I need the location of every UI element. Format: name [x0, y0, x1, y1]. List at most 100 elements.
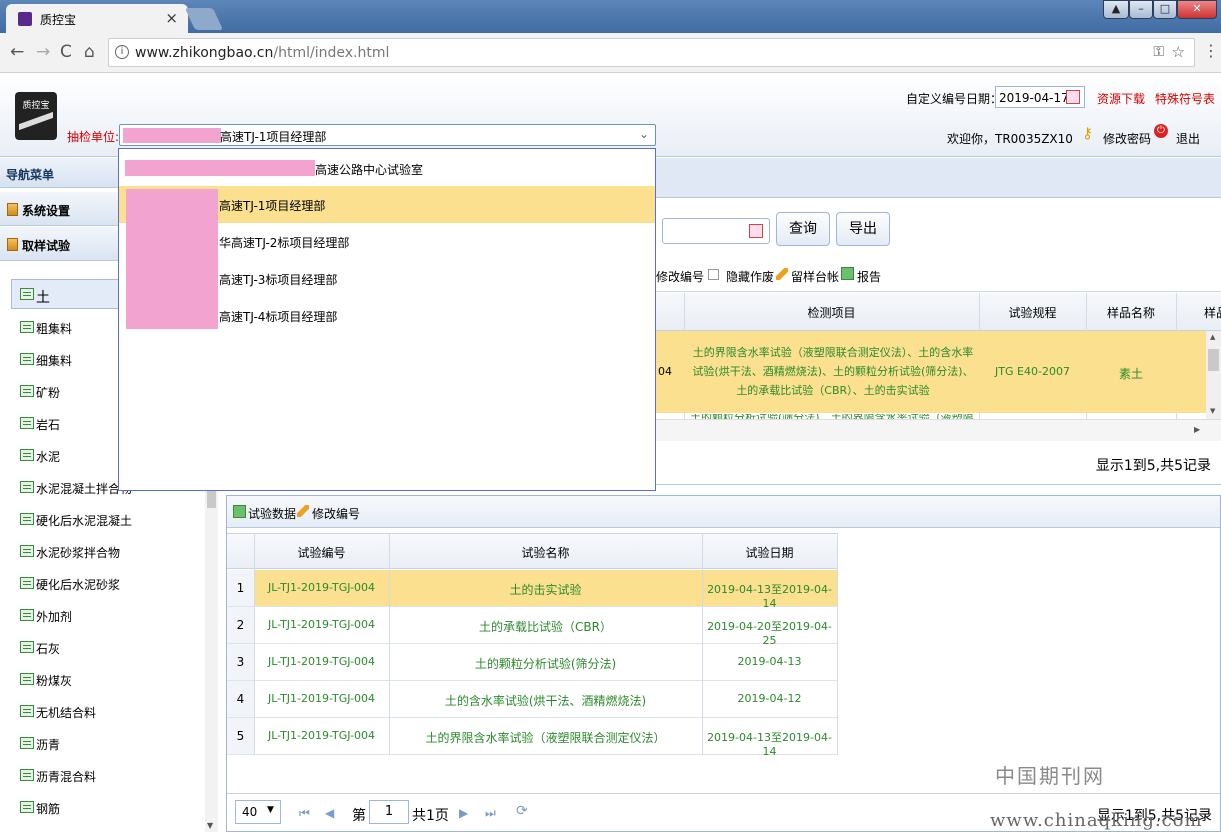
change-password-link[interactable]: 修改密码 [1103, 130, 1151, 147]
scrollbar-thumb[interactable] [1208, 349, 1219, 371]
reload-icon[interactable]: C [60, 42, 72, 62]
unit-select[interactable]: 高速TJ-1项目经理部 ⌄ [119, 124, 656, 146]
row-number: 4 [227, 681, 254, 717]
column-header[interactable]: 检测项目 [684, 304, 979, 321]
special-symbols-link[interactable]: 特殊符号表 [1155, 90, 1215, 107]
table-row[interactable]: 3 JL-TJ1-2019-TGJ-004 土的颗粒分析试验(筛分法) 2019… [227, 644, 837, 681]
scroll-down-icon[interactable]: ▼ [207, 821, 213, 830]
table-icon [20, 609, 34, 621]
modify-number-button[interactable]: 修改编号 [656, 268, 704, 285]
option-label: 高速TJ-1项目经理部 [219, 199, 326, 213]
column-header[interactable]: 试验规程 [979, 304, 1086, 321]
scrollbar-thumb[interactable] [207, 490, 216, 508]
window-close-icon[interactable]: ✕ [1177, 0, 1217, 19]
first-page-icon[interactable]: ⏮ [299, 806, 310, 821]
back-icon[interactable]: ← [10, 42, 24, 62]
test-date: 2019-04-12 [737, 692, 802, 705]
test-code: JL-TJ1-2019-TGJ-004 [267, 581, 376, 594]
unit-dropdown-list: 高速公路中心试验室 高速TJ-1项目经理部 华高速TJ-2标项目经理部 高速TJ… [118, 148, 656, 491]
column-header[interactable]: 样品 [1196, 304, 1221, 321]
grid1-pager: 显示1到5,共5记录 [656, 441, 1221, 485]
bookmark-star-icon[interactable]: ☆ [1172, 43, 1185, 61]
prev-page-icon[interactable]: ◀ [325, 806, 334, 820]
test-name: 土的承载比试验（CBR） [479, 620, 612, 634]
modify-number-button[interactable]: 修改编号 [312, 505, 360, 522]
row-number: 2 [227, 607, 254, 643]
table-row[interactable]: 5 JL-TJ1-2019-TGJ-004 土的界限含水率试验（液塑限联合测定仪… [227, 718, 837, 758]
sample-ledger-button[interactable]: 留样台帐 [791, 268, 839, 285]
home-icon[interactable]: ⌂ [84, 42, 95, 62]
table-row[interactable]: 2 JL-TJ1-2019-TGJ-004 土的承载比试验（CBR） 2019-… [227, 607, 837, 647]
column-header[interactable]: 试验日期 [702, 544, 837, 561]
grid1-scrollbar[interactable]: ▲ ▼ [1206, 331, 1221, 419]
test-name: 土的击实试验 [509, 583, 582, 597]
tab-close-icon[interactable]: × [165, 9, 178, 27]
logout-link[interactable]: 退出 [1176, 130, 1200, 147]
search-date-field[interactable] [662, 218, 770, 244]
minimize-icon[interactable]: – [1129, 0, 1153, 19]
page-size-select[interactable]: 40 ▼ [235, 800, 281, 824]
test-date: 2019-04-13至2019-04-14 [707, 583, 832, 610]
panel2-toolbar: 试验数据 修改编号 [227, 496, 1220, 528]
test-date: 2019-04-20至2019-04-25 [707, 620, 832, 647]
row-number: 5 [227, 718, 254, 754]
test-data-button[interactable]: 试验数据 [248, 505, 296, 522]
table-row[interactable]: 1 JL-TJ1-2019-TGJ-004 土的击实试验 2019-04-13至… [227, 570, 837, 610]
report-button[interactable]: 报告 [857, 268, 881, 285]
table-icon [20, 705, 34, 717]
hide-void-checkbox[interactable] [708, 269, 719, 280]
calendar-icon[interactable] [1066, 90, 1080, 104]
table-icon [20, 801, 34, 813]
column-header[interactable]: 试验编号 [254, 544, 389, 561]
scroll-right-icon[interactable]: ▶ [1194, 425, 1200, 434]
site-info-icon[interactable]: i [115, 45, 129, 59]
grid-toolbar: 修改编号 隐藏作废 留样台帐 报告 [656, 258, 1221, 292]
power-icon[interactable]: ⏻ [1154, 124, 1168, 138]
resource-download-link[interactable]: 资源下载 [1097, 90, 1145, 107]
table-row[interactable]: 04 土的界限含水率试验（液塑限联合测定仪法）、土的含水率试验(烘干法、酒精燃烧… [656, 331, 1206, 413]
page-number-input[interactable]: 1 [369, 800, 409, 824]
key-icon: ⚷ [1082, 124, 1093, 142]
row-number: 3 [227, 644, 254, 680]
browser-tab[interactable]: 质控宝 × [6, 4, 188, 33]
table-row[interactable]: 4 JL-TJ1-2019-TGJ-004 土的含水率试验(烘干法、酒精燃烧法)… [227, 681, 837, 718]
forward-icon[interactable]: → [36, 42, 50, 62]
main-tab-strip [656, 158, 1221, 198]
table-icon [20, 321, 34, 333]
maximize-icon[interactable]: □ [1153, 0, 1177, 19]
user-icon[interactable]: ▲ [1103, 0, 1129, 19]
browser-tab-bar: 质控宝 × ▲ – □ ✕ [0, 0, 1221, 33]
sidebar-section-label: 系统设置 [22, 204, 71, 218]
url-field[interactable]: i www.zhikongbao.cn/html/index.html ⚿ ☆ [108, 38, 1195, 67]
query-button[interactable]: 查询 [776, 212, 830, 246]
grid1-hscrollbar[interactable]: ▶ [656, 419, 1221, 441]
export-button[interactable]: 导出 [836, 212, 890, 246]
test-name: 土的颗粒分析试验(筛分法) [474, 657, 617, 671]
next-page-icon[interactable]: ▶ [459, 806, 468, 820]
calendar-icon[interactable] [749, 224, 763, 238]
grid2-header: 试验编号 试验名称 试验日期 [227, 533, 837, 569]
scroll-up-icon[interactable]: ▲ [1210, 333, 1215, 341]
key-icon[interactable]: ⚿ [1153, 44, 1164, 60]
dropdown-option[interactable]: 高速公路中心试验室 [119, 150, 655, 187]
data-icon [233, 505, 246, 519]
column-header[interactable]: 试验名称 [389, 544, 702, 561]
option-label: 华高速TJ-2标项目经理部 [219, 236, 350, 250]
date-field[interactable]: 2019-04-17 [995, 86, 1085, 108]
sample-name: 素土 [1118, 367, 1143, 381]
browser-menu-icon[interactable]: ⋮ [1203, 41, 1219, 60]
scroll-down-icon[interactable]: ▼ [1210, 407, 1215, 415]
chevron-down-icon[interactable]: ▼ [267, 805, 274, 815]
new-tab-button[interactable] [184, 8, 224, 30]
refresh-icon[interactable]: ⟳ [516, 803, 528, 819]
last-page-icon[interactable]: ⏭ [485, 806, 496, 821]
option-label: 高速公路中心试验室 [315, 163, 424, 177]
chevron-down-icon[interactable]: ⌄ [639, 127, 649, 141]
hide-void-label: 隐藏作废 [726, 270, 775, 284]
page-total: 共1页 [412, 808, 449, 824]
sidebar-scrollbar[interactable]: ▼ [205, 488, 218, 832]
option-label: 高速TJ-4标项目经理部 [219, 310, 338, 324]
address-bar: ← → C ⌂ i www.zhikongbao.cn/html/index.h… [0, 33, 1221, 73]
table-icon [20, 545, 34, 557]
column-header[interactable]: 样品名称 [1086, 304, 1176, 321]
